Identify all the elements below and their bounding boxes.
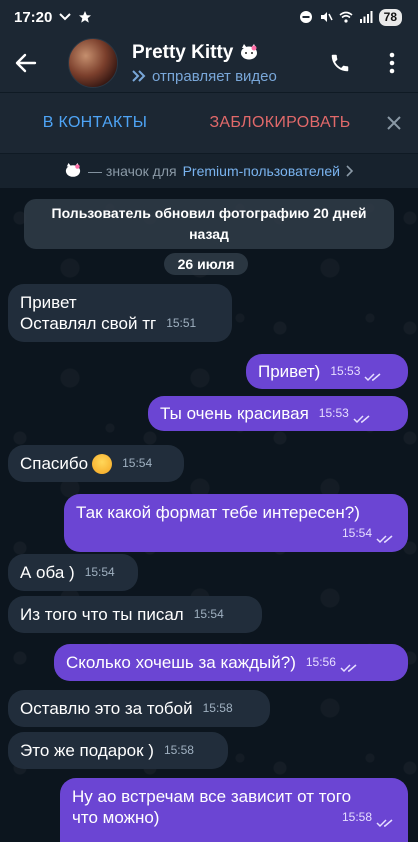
read-ticks-icon xyxy=(340,664,357,673)
message-text: Ты очень красивая xyxy=(160,404,309,423)
message-time: 15:54 xyxy=(193,607,224,621)
message-text: что можно) xyxy=(72,808,160,827)
contact-action-bar: В КОНТАКТЫ ЗАБЛОКИРОВАТЬ xyxy=(0,93,418,153)
smiling-face-emoji-icon xyxy=(92,454,113,474)
avatar[interactable] xyxy=(68,38,118,88)
chevron-right-icon xyxy=(346,165,354,177)
close-icon xyxy=(387,116,401,130)
wifi-icon xyxy=(339,11,353,23)
message-time: 15:58 xyxy=(202,701,233,715)
mute-icon xyxy=(320,12,333,22)
message-time: 15:54 xyxy=(84,565,115,579)
premium-notice[interactable]: — значок для Premium-пользователей xyxy=(0,154,418,188)
more-vertical-icon xyxy=(389,52,395,74)
read-ticks-icon xyxy=(376,819,393,828)
add-contact-button[interactable]: В КОНТАКТЫ xyxy=(0,114,190,132)
sending-video-icon xyxy=(132,70,146,82)
message-time: 15:58 xyxy=(341,810,372,824)
battery-indicator: 78 xyxy=(378,8,402,26)
read-ticks-icon xyxy=(353,415,370,424)
block-user-button[interactable]: ЗАБЛОКИРОВАТЬ xyxy=(190,114,370,132)
message-bubble[interactable]: Спасибо 15:54 xyxy=(8,445,184,482)
message-text: Привет xyxy=(20,293,77,312)
message-bubble[interactable]: Ну ао встречам все зависит от того что м… xyxy=(60,778,408,842)
message-text: Так какой формат тебе интересен?) xyxy=(76,503,360,522)
close-action-bar-button[interactable] xyxy=(370,115,418,131)
message-text: Оставлял свой тг xyxy=(20,314,157,333)
chat-title: Pretty Kitty xyxy=(132,41,234,63)
message-bubble[interactable]: Оставлю это за тобой 15:58 xyxy=(8,690,270,727)
read-ticks-icon xyxy=(364,373,381,382)
message-text: Оставлю это за тобой xyxy=(20,699,193,718)
star-icon xyxy=(79,11,92,23)
read-ticks-icon xyxy=(376,535,393,544)
message-text: Привет) xyxy=(258,362,321,381)
call-button[interactable] xyxy=(314,34,366,92)
more-menu-button[interactable] xyxy=(366,34,418,92)
message-bubble[interactable]: Ты очень красивая 15:53 xyxy=(148,396,408,431)
message-time: 15:56 xyxy=(305,655,336,669)
back-button[interactable] xyxy=(0,34,52,92)
chat-status: отправляет видео xyxy=(152,67,277,85)
message-text: Из того что ты писал xyxy=(20,605,184,624)
message-time: 15:54 xyxy=(341,526,372,540)
message-time: 15:58 xyxy=(163,743,194,757)
message-text: Ну ао встречам все зависит от того xyxy=(72,787,352,806)
missed-call-icon xyxy=(59,13,72,21)
message-bubble[interactable]: А оба ) 15:54 xyxy=(8,554,138,591)
premium-kitty-icon xyxy=(241,43,258,59)
message-time: 15:51 xyxy=(166,316,197,330)
message-bubble[interactable]: Это же подарок ) 15:58 xyxy=(8,732,228,769)
premium-kitty-icon xyxy=(65,163,81,177)
message-time: 15:53 xyxy=(318,406,349,420)
message-list[interactable]: Пользователь обновил фотографию 20 дней … xyxy=(0,188,418,842)
message-time: 15:53 xyxy=(330,364,361,378)
premium-notice-text: — значок для xyxy=(88,163,177,179)
message-text: Сколько хочешь за каждый?) xyxy=(66,653,296,672)
date-separator: 26 июля xyxy=(164,253,248,275)
message-text: Это же подарок ) xyxy=(20,741,154,760)
premium-link[interactable]: Premium-пользователей xyxy=(183,163,340,179)
message-text: А оба ) xyxy=(20,563,75,582)
phone-icon xyxy=(331,54,349,72)
message-bubble[interactable]: Из того что ты писал 15:54 xyxy=(8,596,262,633)
service-message: Пользователь обновил фотографию 20 дней … xyxy=(24,199,394,249)
message-text: Спасибо xyxy=(20,454,89,473)
chat-header: Pretty Kitty отправляет видео xyxy=(0,34,418,92)
alarm-icon xyxy=(299,11,312,23)
status-time: 17:20 xyxy=(14,8,53,26)
message-bubble[interactable]: Так какой формат тебе интересен?) 15:54 xyxy=(64,494,408,552)
message-bubble[interactable]: Сколько хочешь за каждый?) 15:56 xyxy=(54,644,408,681)
message-bubble[interactable]: Привет Оставлял свой тг 15:51 xyxy=(8,284,232,342)
signal-icon xyxy=(359,11,373,23)
chat-title-block[interactable]: Pretty Kitty отправляет видео xyxy=(132,42,314,85)
arrow-left-icon xyxy=(15,53,37,73)
message-time: 15:54 xyxy=(122,456,153,470)
message-bubble[interactable]: Привет) 15:53 xyxy=(246,354,408,389)
status-bar: 17:20 78 xyxy=(0,0,418,34)
